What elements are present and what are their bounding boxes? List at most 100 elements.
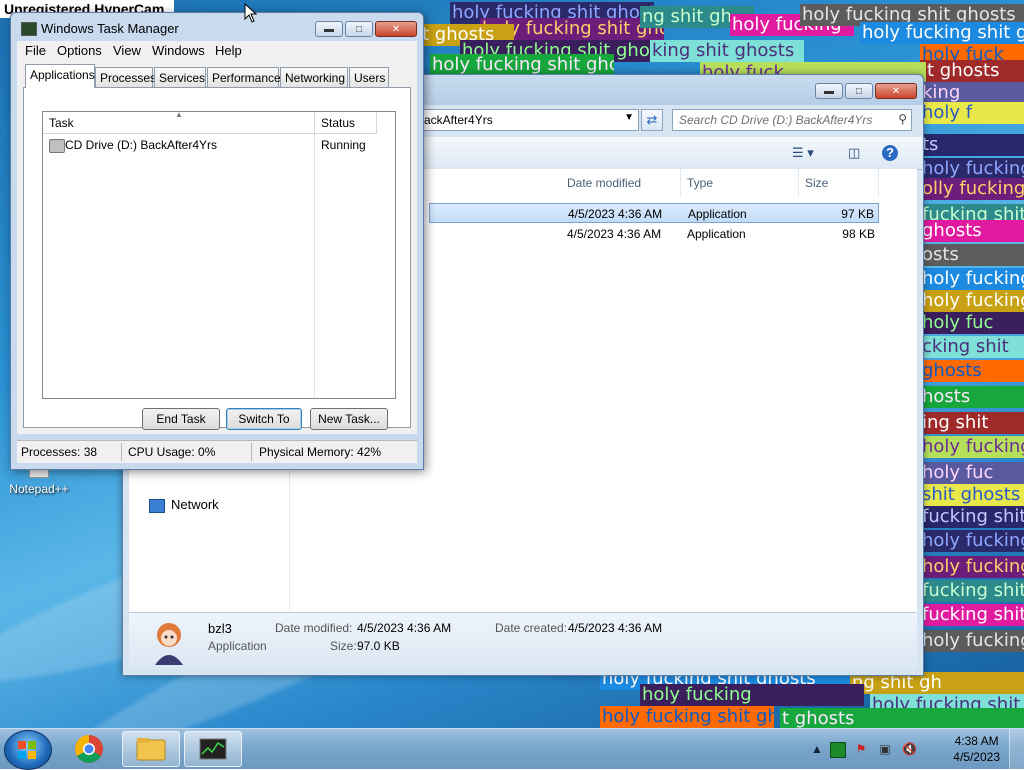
file-thumbnail-icon — [155, 623, 183, 665]
glitch-text: holy f — [920, 102, 1024, 124]
taskmgr-window-controls: ▬ □ ✕ — [315, 21, 417, 37]
menu-options[interactable]: Options — [57, 43, 102, 58]
clock-time: 4:38 AM — [954, 734, 999, 748]
glitch-text: holy fucking shit ghosts — [920, 530, 1024, 552]
task-list[interactable]: Task ▲ Status CD Drive (D:) BackAfter4Yr… — [42, 110, 396, 399]
start-button[interactable] — [4, 730, 52, 770]
tab-users[interactable]: Users — [349, 67, 389, 87]
details-date-created: 4/5/2023 4:36 AM — [568, 621, 663, 635]
glitch-text: shit ghosts — [920, 484, 1024, 506]
menu-help[interactable]: Help — [215, 43, 242, 58]
tray-app-icon[interactable] — [830, 742, 846, 758]
flag-alert-icon[interactable]: ⚑ — [854, 742, 868, 756]
details-kind: Application — [208, 639, 267, 653]
menu-file[interactable]: File — [25, 43, 46, 58]
status-divider — [251, 443, 252, 461]
glitch-text: holy fucking shit — [920, 158, 1024, 180]
details-name: bzl3 — [208, 621, 232, 636]
tab-services[interactable]: Services — [154, 67, 206, 87]
close-button[interactable]: ✕ — [375, 21, 417, 37]
glitch-text: ghosts — [920, 360, 1024, 382]
search-input[interactable]: Search CD Drive (D:) BackAfter4Yrs ⚲ — [672, 109, 912, 131]
glitch-text: holy fuc — [920, 462, 1024, 484]
glitch-text: holy fucking shit ghosts — [430, 54, 614, 76]
menu-bar: File Options View Windows Help — [17, 41, 417, 61]
refresh-icon[interactable]: ⇄ — [641, 109, 663, 131]
status-bar: Processes: 38 CPU Usage: 0% Physical Mem… — [17, 440, 417, 463]
task-manager-icon — [199, 738, 227, 760]
maximize-button[interactable]: □ — [845, 83, 873, 99]
tab-performance[interactable]: Performance — [207, 67, 281, 87]
nav-item-label: Network — [171, 497, 219, 512]
task-manager-body: Applications Processes Services Performa… — [17, 61, 417, 434]
glitch-text: ing shit — [920, 412, 1024, 434]
task-manager-icon — [21, 22, 37, 36]
preview-pane-icon[interactable]: ◫ — [848, 145, 860, 161]
task-manager-window: Windows Task Manager ▬ □ ✕ File Options … — [10, 12, 424, 470]
column-header-status[interactable]: Status — [315, 112, 377, 134]
file-row[interactable]: 4/5/2023 4:36 AM Application 97 KB — [429, 203, 879, 223]
status-memory: Physical Memory: 42% — [259, 445, 382, 459]
minimize-button[interactable]: ▬ — [815, 83, 843, 99]
end-task-button[interactable]: End Task — [142, 408, 220, 430]
cd-drive-icon — [49, 139, 65, 153]
nav-item-network[interactable]: Network — [149, 497, 219, 513]
glitch-text: fucking shit — [920, 506, 1024, 528]
task-status: Running — [321, 138, 366, 152]
address-bar[interactable]: ackAfter4Yrs ▼ — [419, 109, 639, 131]
clock-date: 4/5/2023 — [953, 750, 1000, 764]
volume-muted-icon[interactable]: 🔇 — [902, 742, 917, 756]
mouse-cursor-icon — [244, 3, 258, 23]
network-icon — [149, 498, 165, 513]
menu-windows[interactable]: Windows — [152, 43, 205, 58]
column-header-type[interactable]: Type — [681, 169, 799, 197]
maximize-button[interactable]: □ — [345, 21, 373, 37]
taskbar: ▲ ⚑ ▣ 🔇 4:38 AM 4/5/2023 — [0, 728, 1024, 770]
menu-view[interactable]: View — [113, 43, 141, 58]
glitch-text: cking shit — [920, 336, 1024, 358]
file-size: 98 KB — [842, 227, 875, 241]
task-row[interactable]: CD Drive (D:) BackAfter4Yrs Running — [43, 136, 395, 154]
file-type: Application — [688, 207, 747, 221]
status-cpu: CPU Usage: 0% — [128, 445, 216, 459]
details-date-modified-label: Date modified: — [275, 621, 353, 635]
search-icon[interactable]: ⚲ — [898, 112, 907, 126]
column-header-date[interactable]: Date modified — [561, 169, 681, 197]
address-text: ackAfter4Yrs — [424, 113, 493, 127]
taskbar-explorer[interactable] — [122, 731, 180, 767]
chevron-up-icon[interactable]: ▲ — [810, 742, 824, 756]
glitch-text: king shit ghosts — [650, 40, 804, 62]
show-desktop-button[interactable] — [1009, 729, 1024, 769]
details-size: 97.0 KB — [357, 639, 400, 653]
close-button[interactable]: ✕ — [875, 83, 917, 99]
clock[interactable]: 4:38 AM 4/5/2023 — [953, 733, 1000, 765]
desktop-icon-label: Notepad++ — [9, 482, 69, 496]
file-row[interactable]: 4/5/2023 4:36 AM Application 98 KB — [429, 224, 879, 244]
column-divider — [314, 134, 315, 398]
glitch-text: holy fucking — [920, 268, 1024, 290]
glitch-text: holy fucking shit ghosts — [920, 630, 1024, 652]
sort-arrow-icon: ▲ — [175, 110, 183, 119]
switch-to-button[interactable]: Switch To — [226, 408, 302, 430]
glitch-text: hosts — [920, 386, 1024, 408]
window-title: Windows Task Manager — [41, 21, 179, 36]
system-tray: ▲ ⚑ ▣ 🔇 4:38 AM 4/5/2023 — [810, 729, 1024, 769]
column-header-size[interactable]: Size — [799, 169, 879, 197]
tab-networking[interactable]: Networking — [280, 67, 348, 87]
glitch-text: osts — [920, 244, 1024, 266]
chevron-down-icon[interactable]: ▼ — [624, 112, 634, 123]
taskbar-task-manager[interactable] — [184, 731, 242, 767]
taskbar-chrome[interactable] — [60, 731, 118, 767]
tab-processes[interactable]: Processes — [95, 67, 156, 87]
new-task-button[interactable]: New Task... — [310, 408, 388, 430]
glitch-text: holy fucking shit ghosts — [600, 706, 774, 728]
minimize-button[interactable]: ▬ — [315, 21, 343, 37]
glitch-text: holy fucking shit ghosts — [920, 556, 1024, 578]
status-processes: Processes: 38 — [21, 445, 98, 459]
details-date-created-label: Date created: — [495, 621, 568, 635]
glitch-text: fucking shit ghosts — [920, 580, 1024, 602]
tab-applications[interactable]: Applications — [25, 64, 95, 88]
help-icon[interactable]: ? — [882, 145, 898, 161]
network-status-icon[interactable]: ▣ — [878, 742, 892, 756]
view-options-icon[interactable]: ☰ ▾ — [792, 145, 814, 161]
